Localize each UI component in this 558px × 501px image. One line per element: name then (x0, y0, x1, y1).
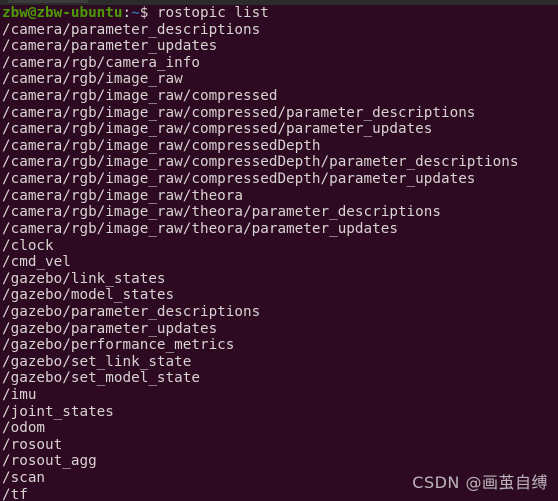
topic-line: /gazebo/parameter_descriptions (2, 303, 261, 320)
typed-command: rostopic list (156, 5, 269, 21)
topic-line: /camera/rgb/image_raw/compressedDepth/pa… (2, 154, 519, 171)
csdn-watermark: CSDN @画茧自缚 (412, 473, 548, 492)
topic-line: /gazebo/performance_metrics (2, 337, 235, 354)
terminal-window[interactable]: zbw@zbw-ubuntu:~$ rostopic list /camera/… (0, 0, 558, 501)
topic-line: /camera/rgb/image_raw/theora/parameter_u… (2, 220, 398, 237)
topic-line: /camera/parameter_updates (2, 38, 218, 55)
topic-line: /camera/rgb/image_raw/compressed (2, 88, 278, 105)
topic-line: /gazebo/set_model_state (2, 370, 200, 387)
topic-line: /joint_states (2, 403, 114, 420)
topic-line: /gazebo/model_states (2, 287, 175, 304)
topic-line: /camera/rgb/image_raw/compressedDepth (2, 137, 321, 154)
topic-line: /rosout (2, 436, 63, 453)
topic-line: /rosout_agg (2, 453, 97, 470)
topic-line: /gazebo/parameter_updates (2, 320, 218, 337)
topic-line: /camera/rgb/image_raw (2, 71, 183, 88)
topic-line: /gazebo/set_link_state (2, 353, 192, 370)
prompt-separator: : (122, 5, 132, 21)
topic-line: /camera/rgb/image_raw/theora/parameter_d… (2, 204, 441, 221)
topic-list-output: /camera/parameter_descriptions/camera/pa… (0, 22, 558, 501)
prompt-command (148, 5, 157, 21)
topic-line: /camera/rgb/camera_info (2, 54, 200, 71)
prompt-line: zbw@zbw-ubuntu:~$ rostopic list (0, 5, 558, 22)
topic-line: /camera/rgb/image_raw/compressed/paramet… (2, 121, 433, 138)
topic-line: /camera/rgb/image_raw/theora (2, 187, 244, 204)
topic-line: /clock (2, 237, 54, 254)
prompt-path: ~ (131, 5, 140, 21)
topic-line: /camera/rgb/image_raw/compressedDepth/pa… (2, 171, 476, 188)
prompt-user-host: zbw@zbw-ubuntu (2, 5, 123, 21)
topic-line: /gazebo/link_states (2, 270, 166, 287)
topic-line: /camera/rgb/image_raw/compressed/paramet… (2, 104, 476, 121)
topic-line: /cmd_vel (2, 254, 71, 271)
topic-line: /camera/parameter_descriptions (2, 21, 261, 38)
window-titlebar-sliver (0, 0, 558, 5)
terminal-tab-sliver[interactable] (8, 0, 88, 3)
topic-line: /imu (2, 387, 37, 404)
terminal-output-area[interactable]: zbw@zbw-ubuntu:~$ rostopic list /camera/… (0, 5, 558, 501)
topic-line: /odom (2, 420, 46, 437)
